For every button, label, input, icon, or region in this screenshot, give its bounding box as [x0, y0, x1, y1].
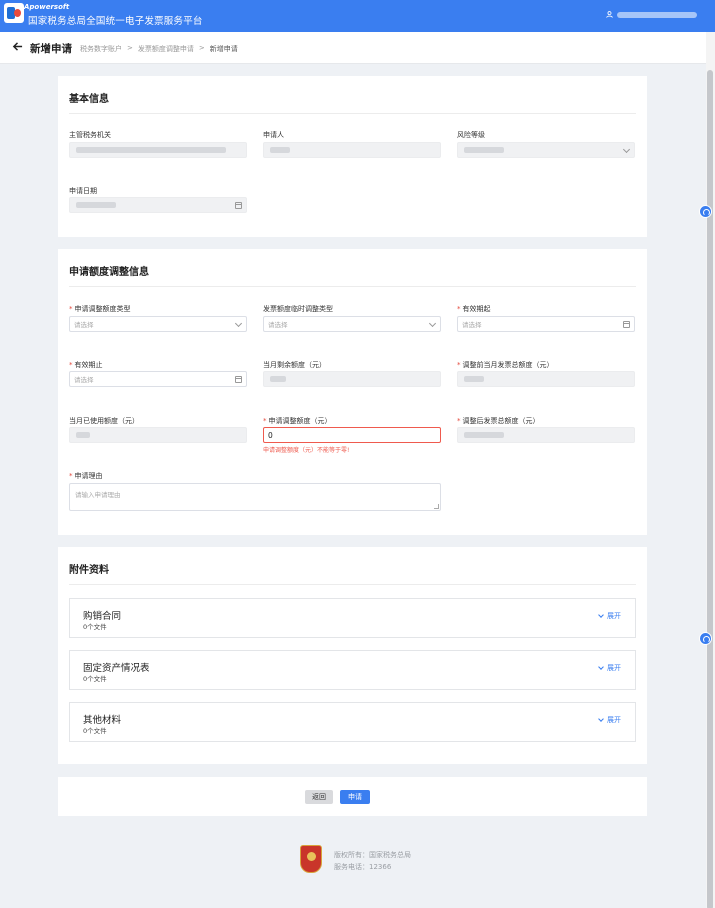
site-title: 国家税务总局全国统一电子发票服务平台 — [28, 16, 203, 27]
attachments-card: 附件资料 购销合同 0个文件 展开 固定资产情况表 0个文件 展开 其他材料 0… — [58, 547, 647, 764]
attachment-item-other: 其他材料 0个文件 展开 — [69, 702, 636, 742]
basic-info-card: 基本信息 主管税务机关 申请人 风险等级 申请日期 — [58, 76, 647, 237]
attachment-name: 其他材料 — [83, 715, 122, 726]
chevron-down-icon — [598, 612, 604, 618]
attachment-name: 固定资产情况表 — [83, 663, 150, 674]
watermark-text: Apowersoft — [24, 3, 70, 11]
divider — [69, 286, 636, 287]
applicant-field — [263, 142, 441, 158]
breadcrumb-item-quota-apply[interactable]: 发票额度调整申请 — [138, 44, 194, 54]
adjust-amount-label: * 申请调整额度（元） — [263, 417, 332, 425]
adjust-amount-error: 申请调整额度（元）不能等于零! — [263, 447, 350, 454]
risk-level-label: 风险等级 — [457, 131, 485, 139]
total-before-field — [457, 371, 635, 387]
tax-bureau-emblem — [300, 845, 322, 873]
user-icon — [606, 11, 613, 18]
remaining-quota-label: 当月剩余额度（元） — [263, 361, 326, 369]
page-title: 新增申请 — [30, 43, 72, 55]
authority-label: 主管税务机关 — [69, 131, 111, 139]
site-logo — [4, 3, 24, 23]
risk-level-select — [457, 142, 635, 158]
used-quota-field — [69, 427, 247, 443]
adjust-type-label: * 申请调整额度类型 — [69, 305, 131, 313]
section-title-quota-info: 申请额度调整信息 — [69, 267, 149, 278]
reason-label: * 申请理由 — [69, 472, 103, 480]
divider — [69, 113, 636, 114]
used-quota-label: 当月已使用额度（元） — [69, 417, 139, 425]
submit-button[interactable]: 申请 — [340, 790, 370, 804]
breadcrumb-item-current: 新增申请 — [209, 45, 238, 53]
breadcrumb: 税务数字账户 > 发票额度调整申请 > 新增申请 — [80, 44, 238, 54]
user-name-redacted — [617, 11, 697, 18]
chevron-down-icon — [622, 145, 631, 154]
adjust-amount-input[interactable]: 0 — [263, 427, 441, 443]
back-arrow-icon[interactable] — [12, 41, 23, 52]
expand-button[interactable]: 展开 — [598, 611, 621, 621]
attachment-name: 购销合同 — [83, 611, 122, 622]
resize-handle-icon[interactable] — [434, 504, 439, 509]
customer-service-icon[interactable] — [699, 205, 712, 218]
total-before-label: * 调整前当月发票总额度（元） — [457, 361, 554, 369]
customer-service-icon[interactable] — [699, 632, 712, 645]
expand-button[interactable]: 展开 — [598, 715, 621, 725]
calendar-icon — [235, 376, 242, 383]
applicant-label: 申请人 — [263, 131, 284, 139]
user-menu[interactable] — [606, 11, 697, 18]
footer-hotline: 服务电话：12366 — [334, 863, 392, 871]
attachment-item-fixed-assets: 固定资产情况表 0个文件 展开 — [69, 650, 636, 690]
attachment-item-contract: 购销合同 0个文件 展开 — [69, 598, 636, 638]
authority-field — [69, 142, 247, 158]
breadcrumb-separator: > — [127, 44, 133, 52]
action-bar: 返回 申请 — [58, 777, 647, 816]
valid-start-date-picker[interactable]: 请选择 — [457, 316, 635, 332]
reason-textarea[interactable]: 请输入申请理由 — [69, 483, 441, 511]
apply-date-label: 申请日期 — [69, 187, 97, 195]
chevron-down-icon — [598, 664, 604, 670]
footer-copyright: 版权所有：国家税务总局 — [334, 851, 411, 859]
valid-start-label: * 有效期起 — [457, 305, 491, 313]
section-title-attachments: 附件资料 — [69, 565, 109, 576]
scrollbar-thumb[interactable] — [707, 70, 713, 908]
breadcrumb-separator: > — [198, 44, 205, 52]
expand-button[interactable]: 展开 — [598, 663, 621, 673]
breadcrumb-item-tax-account[interactable]: 税务数字账户 — [80, 44, 122, 54]
top-bar: Apowersoft 国家税务总局全国统一电子发票服务平台 — [0, 0, 715, 32]
total-after-field — [457, 427, 635, 443]
apply-date-field — [69, 197, 247, 213]
chevron-down-icon — [598, 716, 604, 722]
temp-type-label: 发票额度临时调整类型 — [263, 305, 333, 313]
quota-info-card: 申请额度调整信息 * 申请调整额度类型 请选择 发票额度临时调整类型 请选择 * 有… — [58, 249, 647, 535]
page-header: 新增申请 税务数字账户 > 发票额度调整申请 > 新增申请 — [0, 32, 706, 64]
adjust-type-select[interactable]: 请选择 — [69, 316, 247, 332]
section-title-basic-info: 基本信息 — [69, 94, 109, 105]
temp-type-select[interactable]: 请选择 — [263, 316, 441, 332]
valid-end-date-picker[interactable]: 请选择 — [69, 371, 247, 387]
back-button[interactable]: 返回 — [305, 790, 333, 804]
calendar-icon — [235, 202, 242, 209]
remaining-quota-field — [263, 371, 441, 387]
chevron-down-icon — [234, 319, 243, 328]
attachment-count: 0个文件 — [83, 623, 107, 631]
valid-end-label: * 有效期止 — [69, 361, 103, 369]
divider — [69, 584, 636, 585]
total-after-label: * 调整后发票总额度（元） — [457, 417, 540, 425]
attachment-count: 0个文件 — [83, 675, 107, 683]
chevron-down-icon — [428, 319, 437, 328]
attachment-count: 0个文件 — [83, 727, 107, 735]
calendar-icon — [623, 321, 630, 328]
